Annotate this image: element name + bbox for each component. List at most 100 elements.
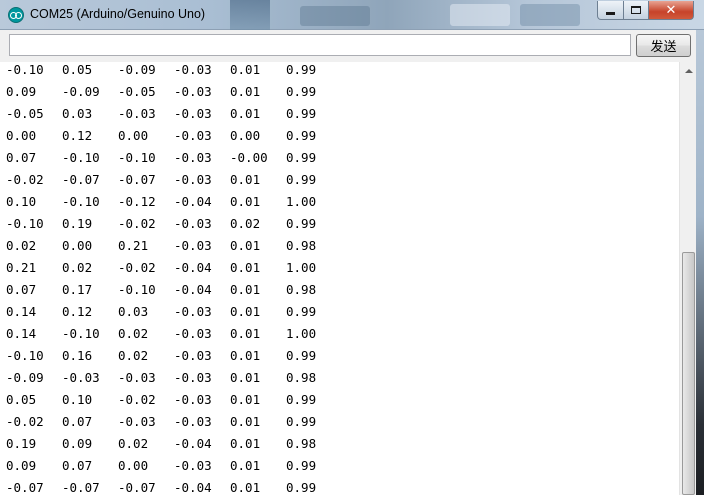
output-value: -0.09 [118, 62, 156, 77]
output-value: -0.03 [174, 172, 212, 187]
output-line: -0.09 -0.03 -0.03 -0.03 0.01 0.98 [6, 370, 679, 392]
output-value: -0.09 [62, 84, 100, 99]
title-bar[interactable]: COM25 (Arduino/Genuino Uno) ✕ [0, 0, 704, 30]
output-value: 0.99 [286, 128, 317, 143]
output-line: 0.07 -0.10 -0.10 -0.03 -0.00 0.99 [6, 150, 679, 172]
output-line: -0.10 0.16 0.02 -0.03 0.01 0.99 [6, 348, 679, 370]
output-value: 0.02 [62, 260, 93, 275]
output-value: 0.02 [118, 348, 149, 363]
output-value: -0.02 [6, 414, 44, 429]
output-line: 0.19 0.09 0.02 -0.04 0.01 0.98 [6, 436, 679, 458]
output-value: 0.21 [6, 260, 37, 275]
close-button[interactable]: ✕ [648, 1, 694, 20]
scroll-up-arrow-icon[interactable] [680, 62, 697, 79]
output-value: -0.03 [174, 238, 212, 253]
output-value: -0.03 [174, 348, 212, 363]
output-value: -0.03 [174, 128, 212, 143]
output-value: -0.03 [174, 84, 212, 99]
output-value: 0.99 [286, 150, 317, 165]
output-line: 0.14 0.12 0.03 -0.03 0.01 0.99 [6, 304, 679, 326]
output-value: 0.12 [62, 128, 93, 143]
serial-output-area[interactable]: -0.10 0.05 -0.09 -0.03 0.01 0.99 0.09 -0.09 -0.0… [6, 62, 679, 495]
arduino-icon [8, 7, 24, 23]
output-value: 0.01 [230, 62, 261, 77]
output-value: 0.05 [62, 62, 93, 77]
output-value: 0.98 [286, 436, 317, 451]
output-line: 0.14 -0.10 0.02 -0.03 0.01 1.00 [6, 326, 679, 348]
vertical-scrollbar[interactable] [679, 62, 696, 495]
output-value: 0.99 [286, 62, 317, 77]
output-line: -0.02 0.07 -0.03 -0.03 0.01 0.99 [6, 414, 679, 436]
maximize-icon [631, 6, 641, 14]
output-value: 0.01 [230, 238, 261, 253]
output-value: -0.04 [174, 282, 212, 297]
output-value: 0.01 [230, 304, 261, 319]
output-value: 0.01 [230, 326, 261, 341]
window-title: COM25 (Arduino/Genuino Uno) [30, 7, 206, 21]
output-value: 0.01 [230, 194, 261, 209]
output-value: 1.00 [286, 260, 317, 275]
output-value: 0.00 [62, 238, 93, 253]
output-line: 0.07 0.17 -0.10 -0.04 0.01 0.98 [6, 282, 679, 304]
output-value: -0.03 [174, 106, 212, 121]
output-value: 0.17 [62, 282, 93, 297]
output-value: 0.09 [62, 436, 93, 451]
output-value: 0.14 [6, 304, 37, 319]
output-value: 0.99 [286, 480, 317, 495]
output-value: 0.99 [286, 106, 317, 121]
output-value: 0.02 [230, 216, 261, 231]
scroll-thumb[interactable] [682, 252, 695, 495]
output-line: 0.21 0.02 -0.02 -0.04 0.01 1.00 [6, 260, 679, 282]
output-value: 0.01 [230, 414, 261, 429]
output-value: 0.98 [286, 370, 317, 385]
output-line: -0.07 -0.07 -0.07 -0.04 0.01 0.99 [6, 480, 679, 495]
output-line: -0.02 -0.07 -0.07 -0.03 0.01 0.99 [6, 172, 679, 194]
send-button[interactable]: 发送 [636, 34, 691, 57]
output-value: -0.10 [118, 150, 156, 165]
background-blur [450, 4, 510, 26]
output-value: -0.02 [6, 172, 44, 187]
output-value: 0.01 [230, 436, 261, 451]
output-line: 0.05 0.10 -0.02 -0.03 0.01 0.99 [6, 392, 679, 414]
output-value: 0.03 [118, 304, 149, 319]
output-value: -0.07 [62, 172, 100, 187]
output-value: -0.03 [174, 216, 212, 231]
maximize-button[interactable] [623, 1, 649, 20]
serial-send-input[interactable] [9, 34, 631, 56]
output-value: -0.04 [174, 260, 212, 275]
output-value: 0.99 [286, 392, 317, 407]
output-value: 0.99 [286, 458, 317, 473]
output-value: 0.09 [6, 84, 37, 99]
output-value: 0.16 [62, 348, 93, 363]
output-value: 0.10 [62, 392, 93, 407]
background-blur [230, 0, 270, 30]
background-blur [520, 4, 580, 26]
output-line: 0.00 0.12 0.00 -0.03 0.00 0.99 [6, 128, 679, 150]
window-frame-edge [696, 30, 704, 495]
output-value: -0.03 [174, 326, 212, 341]
output-value: 0.01 [230, 282, 261, 297]
output-value: 0.99 [286, 84, 317, 99]
output-value: 0.00 [118, 458, 149, 473]
output-value: -0.03 [62, 370, 100, 385]
output-value: 0.01 [230, 106, 261, 121]
output-value: -0.02 [118, 260, 156, 275]
minimize-button[interactable] [597, 1, 624, 20]
output-value: 0.07 [62, 458, 93, 473]
background-blur [300, 6, 370, 26]
output-value: 0.19 [6, 436, 37, 451]
output-value: 0.01 [230, 260, 261, 275]
output-value: -0.05 [118, 84, 156, 99]
output-value: -0.03 [174, 62, 212, 77]
output-value: -0.07 [118, 172, 156, 187]
output-value: 0.10 [6, 194, 37, 209]
output-value: -0.07 [62, 480, 100, 495]
output-value: 0.07 [6, 282, 37, 297]
output-value: 0.01 [230, 392, 261, 407]
output-value: -0.10 [6, 62, 44, 77]
output-value: 0.00 [230, 128, 261, 143]
output-value: 0.14 [6, 326, 37, 341]
output-value: -0.03 [174, 458, 212, 473]
output-value: -0.00 [230, 150, 268, 165]
output-value: 0.05 [6, 392, 37, 407]
